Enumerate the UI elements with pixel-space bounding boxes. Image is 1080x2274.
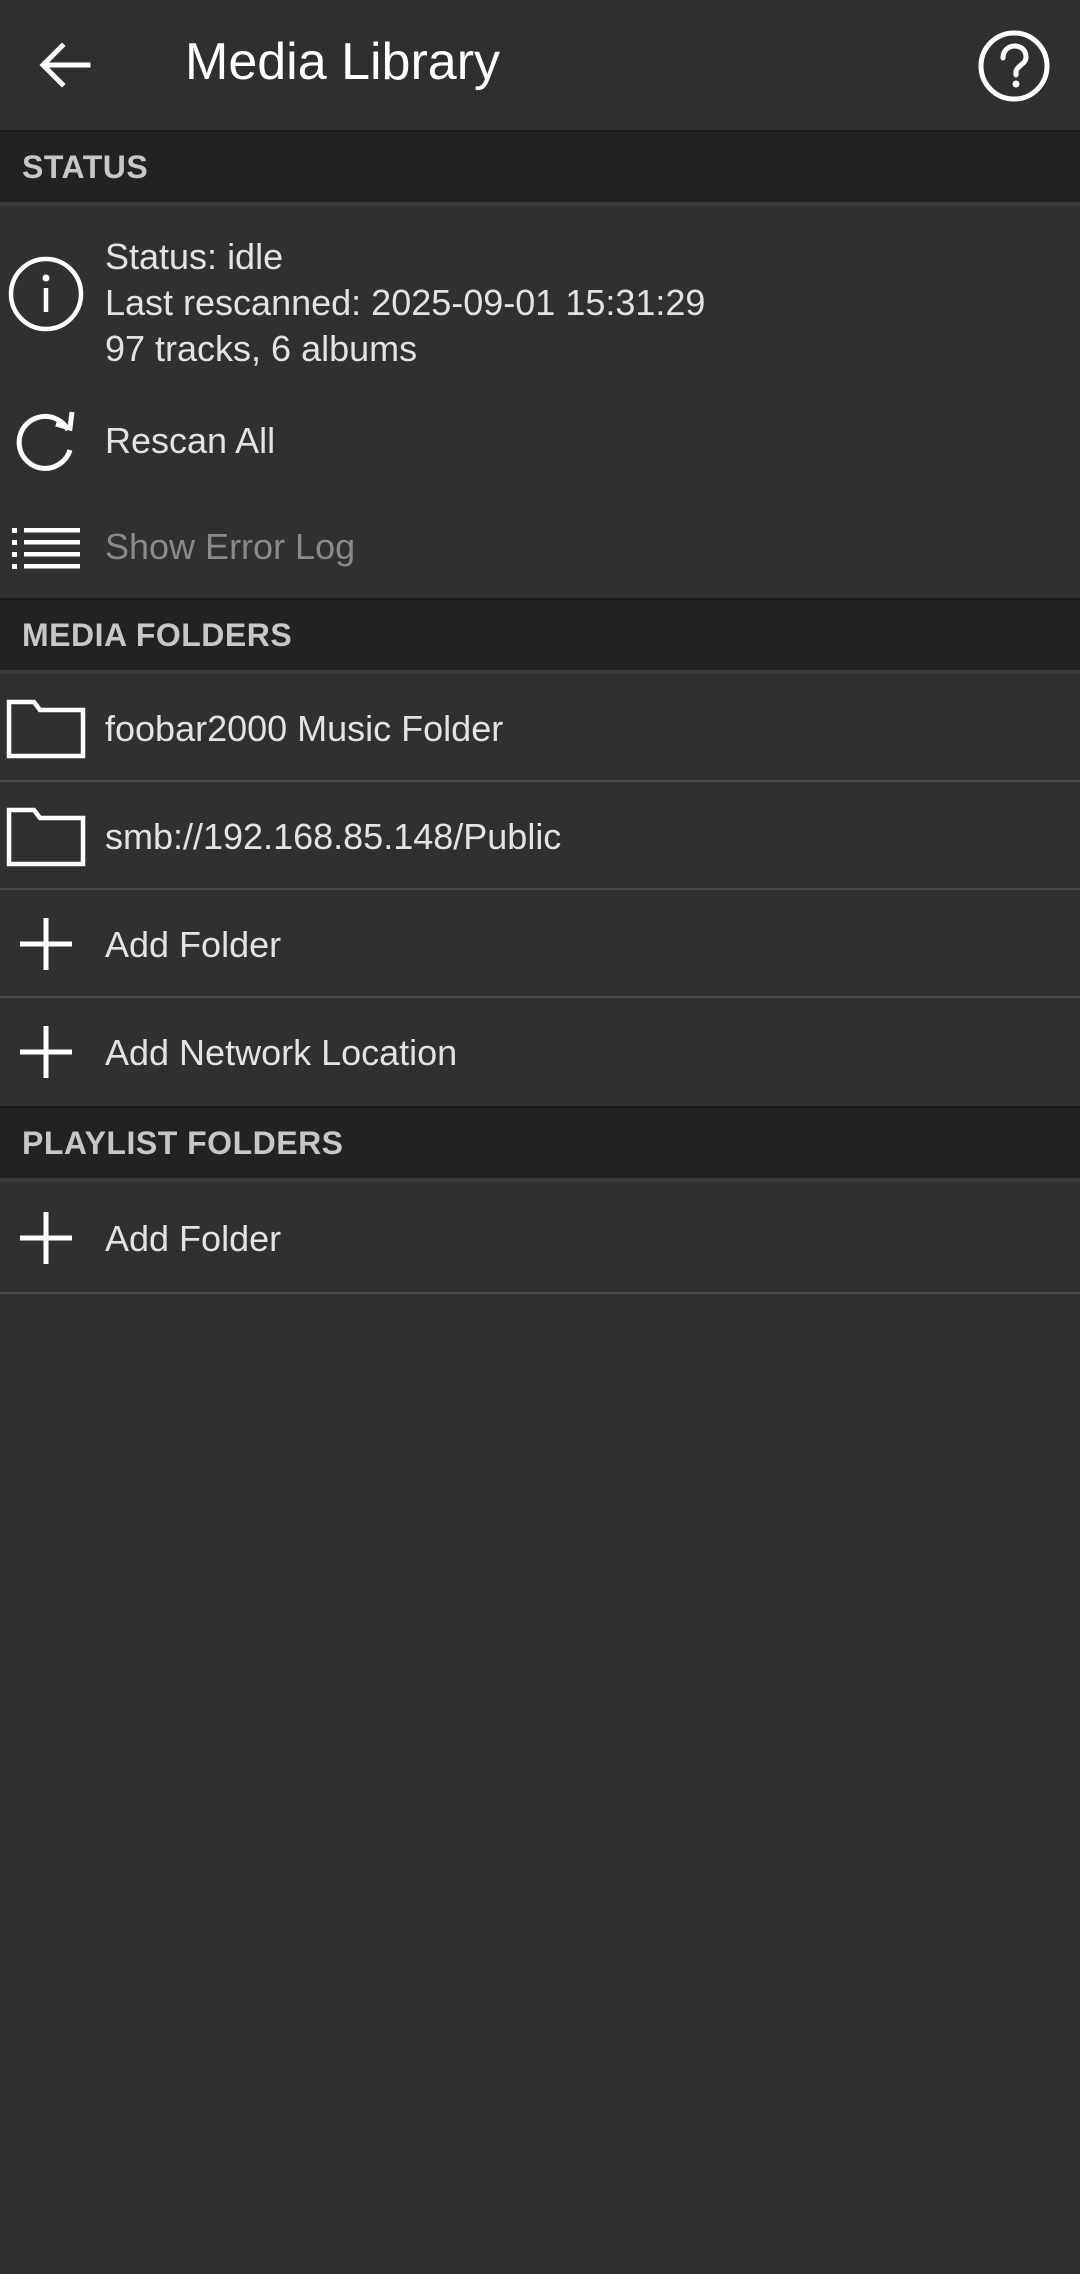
help-circle-icon	[978, 30, 1050, 102]
refresh-icon	[6, 400, 86, 480]
playlist-folders-section-header: PLAYLIST FOLDERS	[0, 1106, 1080, 1182]
rescan-all-button[interactable]: Rescan All	[0, 386, 1080, 494]
add-playlist-folder-button[interactable]: Add Folder	[0, 1182, 1080, 1294]
status-info-row: Status: idle Last rescanned: 2025-09-01 …	[0, 206, 1080, 386]
page-title: Media Library	[185, 33, 501, 91]
plus-icon	[6, 1012, 86, 1092]
arrow-left-icon	[39, 42, 91, 88]
add-media-folder-button[interactable]: Add Folder	[0, 890, 1080, 998]
status-section-header: STATUS	[0, 130, 1080, 206]
section-heading: STATUS	[22, 148, 149, 185]
add-folder-label: Add Folder	[105, 924, 282, 965]
add-playlist-folder-label: Add Folder	[105, 1218, 282, 1259]
media-folder-item[interactable]: smb://192.168.85.148/Public	[0, 782, 1080, 890]
last-rescanned-text: Last rescanned: 2025-09-01 15:31:29	[105, 282, 706, 323]
status-text: Status: idle	[105, 236, 284, 277]
media-folders-section-header: MEDIA FOLDERS	[0, 598, 1080, 674]
media-folder-label: smb://192.168.85.148/Public	[105, 816, 562, 857]
folder-icon	[6, 796, 86, 876]
show-error-log-button[interactable]: Show Error Log	[0, 494, 1080, 598]
plus-icon	[6, 1198, 86, 1278]
media-folder-label: foobar2000 Music Folder	[105, 708, 504, 749]
info-icon	[6, 254, 86, 334]
back-button[interactable]	[30, 30, 100, 100]
add-network-location-button[interactable]: Add Network Location	[0, 998, 1080, 1106]
plus-icon	[6, 904, 86, 984]
folder-icon	[6, 688, 86, 768]
media-folder-item[interactable]: foobar2000 Music Folder	[0, 674, 1080, 782]
show-error-log-label: Show Error Log	[105, 526, 356, 567]
library-counts-text: 97 tracks, 6 albums	[105, 328, 418, 369]
section-heading: PLAYLIST FOLDERS	[22, 1124, 344, 1161]
app-bar: Media Library	[0, 0, 1080, 130]
add-network-location-label: Add Network Location	[105, 1032, 458, 1073]
rescan-all-label: Rescan All	[105, 420, 276, 461]
list-icon	[6, 506, 86, 586]
section-heading: MEDIA FOLDERS	[22, 616, 293, 653]
help-button[interactable]	[976, 28, 1052, 104]
